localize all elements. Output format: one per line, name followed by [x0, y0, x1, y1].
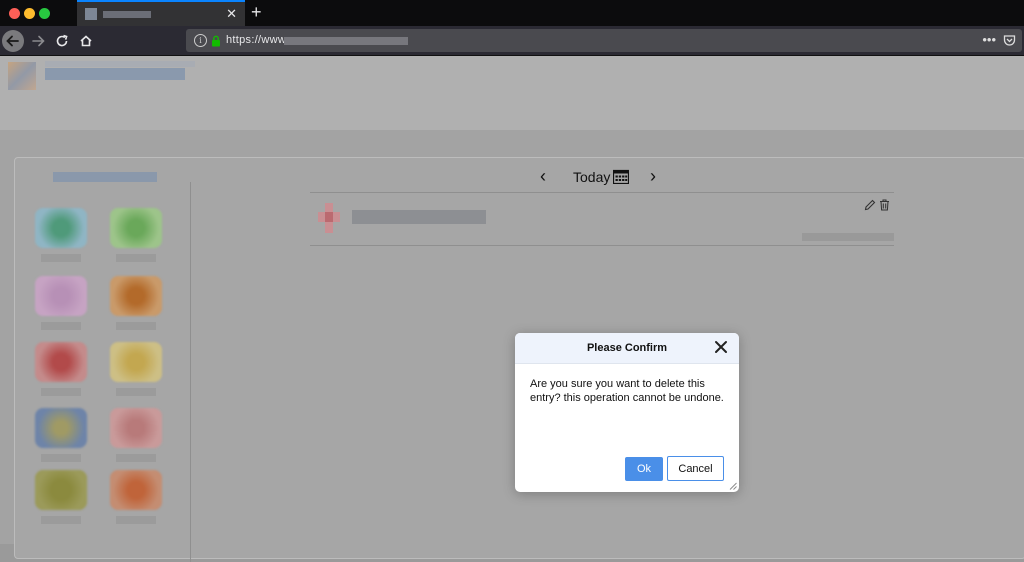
entry-title-redacted — [352, 210, 486, 224]
address-bar[interactable]: i https://www ••• — [186, 29, 1022, 52]
cancel-button[interactable]: Cancel — [667, 456, 724, 481]
sidebar-tile[interactable] — [35, 276, 87, 316]
today-label[interactable]: Today — [573, 169, 610, 185]
new-tab-button[interactable]: + — [251, 2, 262, 22]
url-text: https://www — [226, 34, 287, 46]
sidebar-tile-label — [41, 454, 81, 462]
calendar-icon[interactable] — [613, 169, 629, 184]
home-icon — [80, 35, 92, 47]
sidebar-tile[interactable] — [35, 470, 87, 510]
tab-favicon-icon — [85, 8, 97, 20]
journal-entry[interactable] — [310, 192, 894, 246]
sidebar-tile-label — [116, 388, 156, 396]
sidebar-tile[interactable] — [110, 208, 162, 248]
reload-button[interactable] — [51, 30, 73, 52]
sidebar-divider — [190, 182, 191, 562]
confirm-dialog: Please Confirm Are you sure you want to … — [515, 333, 739, 492]
close-icon[interactable] — [713, 339, 729, 355]
sidebar-heading-redacted — [53, 172, 157, 182]
info-icon[interactable]: i — [194, 34, 207, 47]
dialog-message: Are you sure you want to delete this ent… — [530, 378, 724, 404]
sidebar-tile-label — [116, 322, 156, 330]
arrow-left-icon — [6, 35, 19, 47]
page-background: ‹ Today › — [0, 56, 1024, 562]
back-button[interactable] — [2, 30, 24, 52]
window-close-button[interactable] — [9, 8, 20, 19]
entry-meta-redacted — [802, 233, 894, 241]
forward-button[interactable] — [27, 30, 49, 52]
next-day-button[interactable]: › — [650, 166, 656, 186]
sidebar-tile-label — [116, 454, 156, 462]
resize-handle-icon[interactable] — [729, 482, 737, 490]
reload-icon — [56, 34, 68, 47]
window-minimize-button[interactable] — [24, 8, 35, 19]
site-header-redacted-line — [45, 61, 195, 67]
site-header — [0, 56, 1024, 130]
sidebar-tile[interactable] — [110, 408, 162, 448]
sidebar-tile-label — [41, 516, 81, 524]
sidebar-tile-label — [41, 322, 81, 330]
browser-tab-active[interactable]: ✕ — [77, 0, 245, 26]
dialog-title: Please Confirm — [586, 342, 668, 354]
tab-title-redacted — [103, 11, 151, 18]
trash-icon[interactable] — [879, 199, 890, 211]
sidebar-tile[interactable] — [110, 470, 162, 510]
sidebar-tile-label — [41, 388, 81, 396]
dialog-header: Please Confirm — [515, 333, 739, 364]
site-title-redacted — [45, 68, 185, 80]
browser-nav-bar: i https://www ••• — [0, 26, 1024, 56]
home-button[interactable] — [75, 30, 97, 52]
sidebar-tile[interactable] — [35, 342, 87, 382]
page-actions-icon[interactable]: ••• — [982, 32, 996, 47]
ok-button[interactable]: Ok — [625, 457, 663, 481]
tab-close-icon[interactable]: ✕ — [226, 6, 237, 22]
sidebar-tile-label — [116, 516, 156, 524]
pencil-icon[interactable] — [864, 199, 876, 211]
entry-category-icon — [318, 203, 340, 233]
previous-day-button[interactable]: ‹ — [540, 166, 546, 186]
arrow-right-icon — [32, 35, 45, 47]
window-zoom-button[interactable] — [39, 8, 50, 19]
site-logo — [8, 62, 36, 90]
sidebar-tile-label — [41, 254, 81, 262]
url-redacted — [284, 37, 408, 45]
pocket-icon[interactable] — [1003, 34, 1016, 47]
sidebar-tile[interactable] — [110, 276, 162, 316]
browser-tab-bar: ✕ + — [0, 0, 1024, 26]
lock-icon[interactable] — [211, 35, 221, 47]
sidebar-tile[interactable] — [35, 408, 87, 448]
sidebar-tile[interactable] — [110, 342, 162, 382]
sidebar-tile-label — [116, 254, 156, 262]
sidebar-tile[interactable] — [35, 208, 87, 248]
date-navigation: ‹ Today › — [540, 166, 675, 187]
